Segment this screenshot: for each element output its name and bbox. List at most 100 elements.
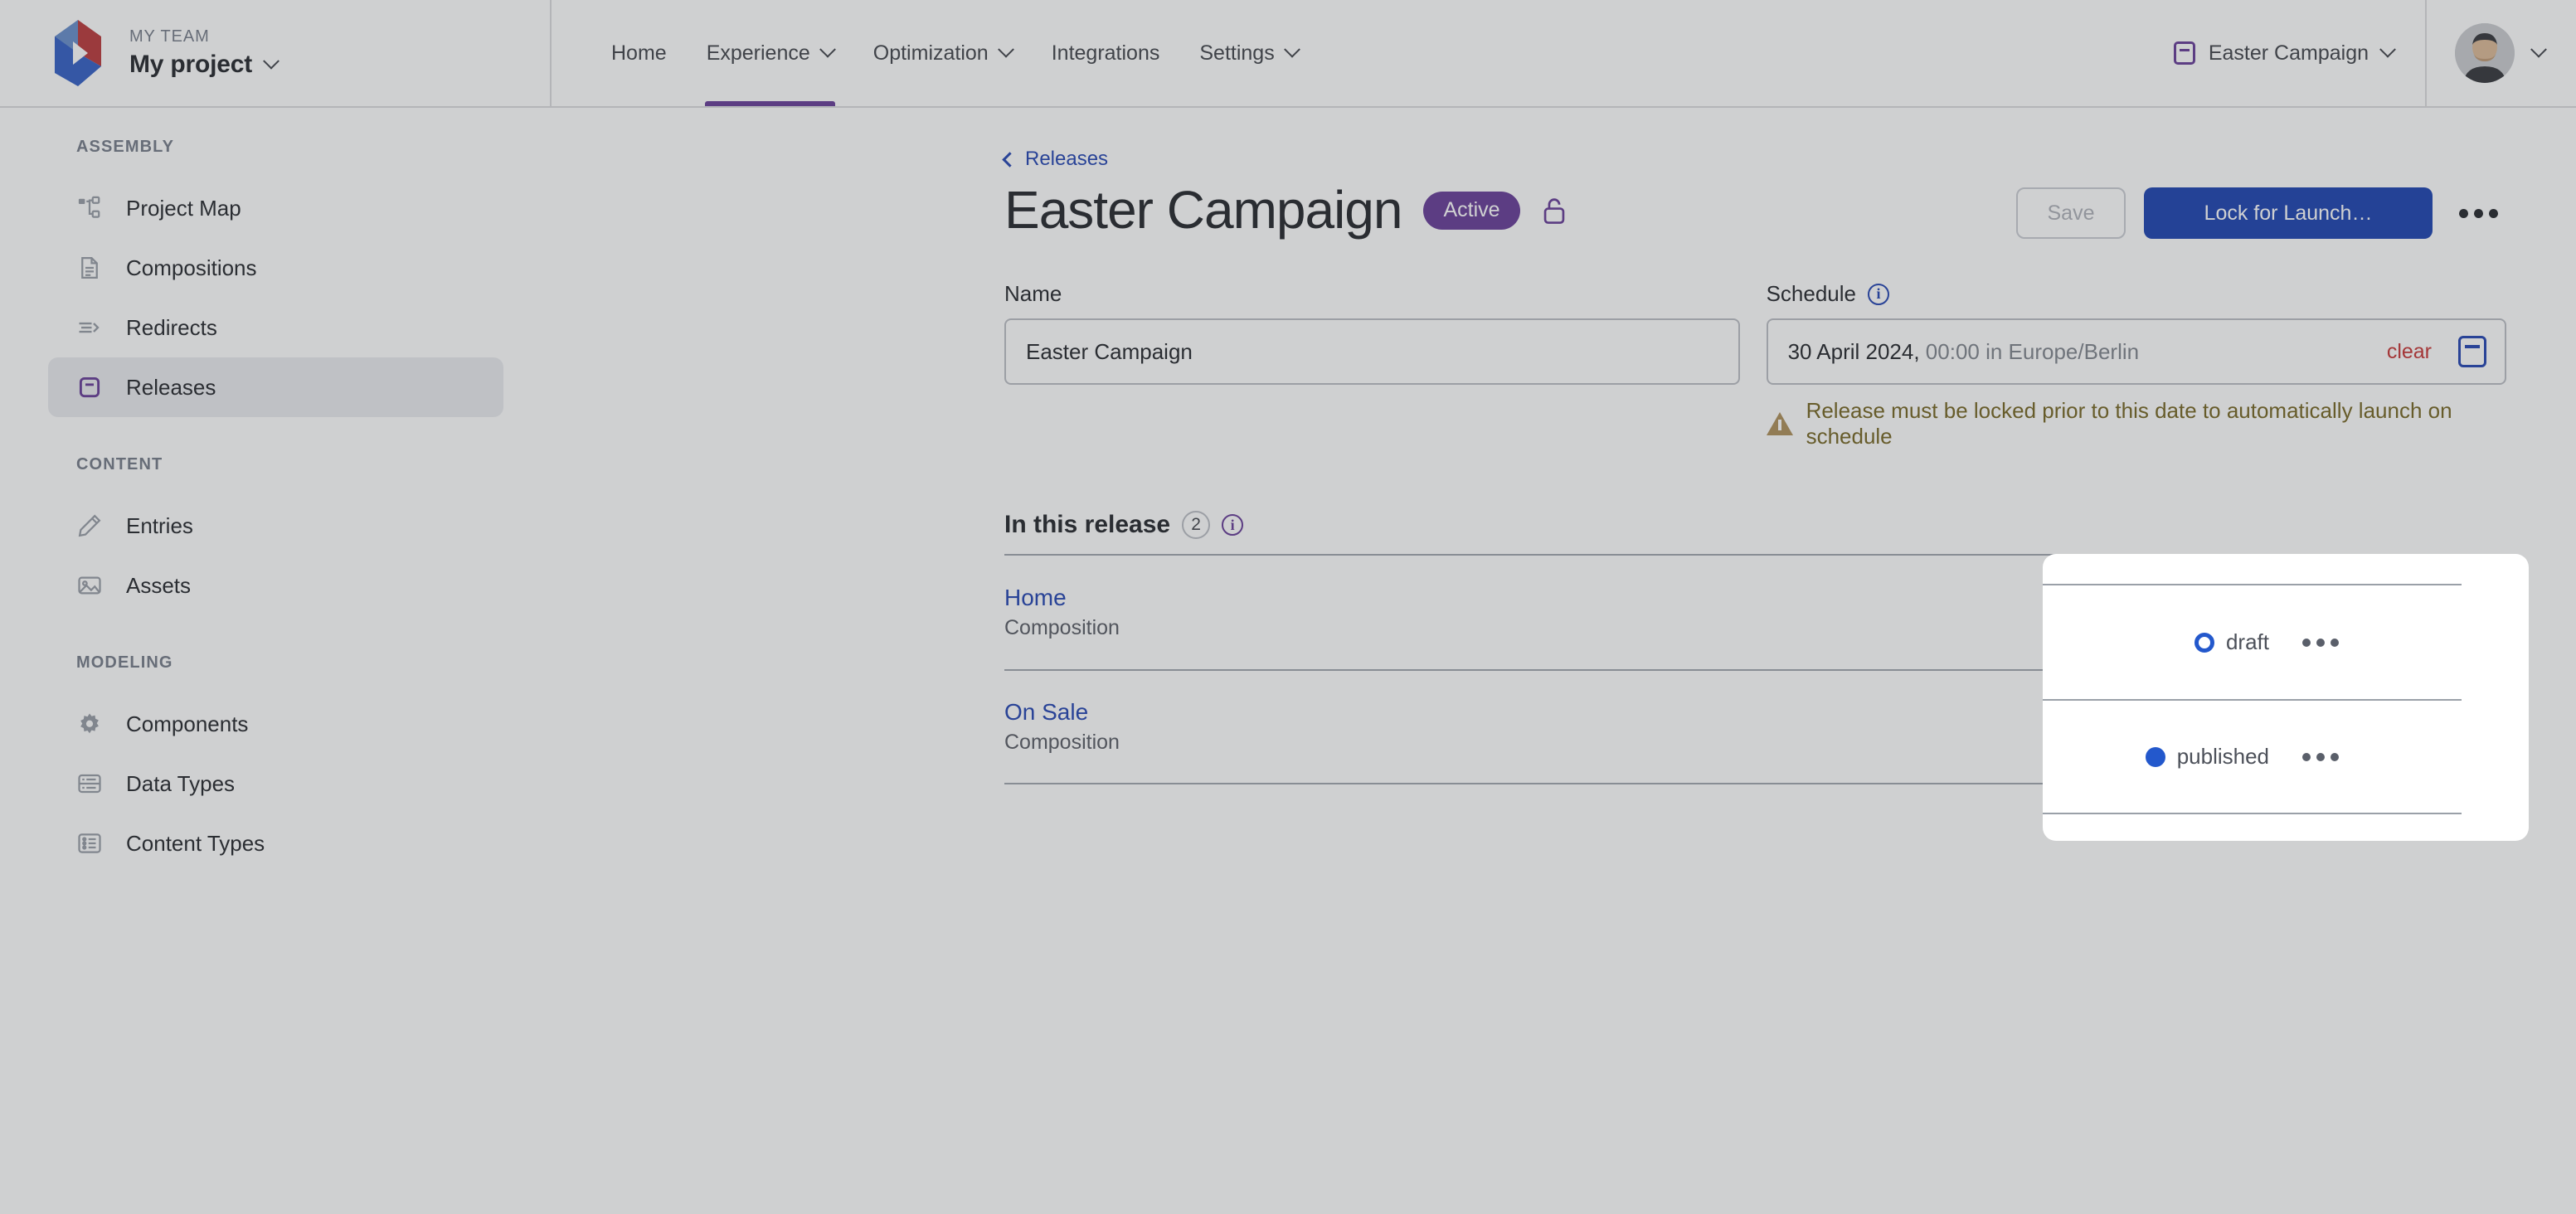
- data-types-icon: [76, 770, 103, 797]
- release-count-badge: 2: [1182, 511, 1211, 540]
- schedule-time-tz: 00:00 in Europe/Berlin: [1919, 338, 2140, 364]
- spotlight-release-list: Home Composition draft On Sale Compositi…: [2043, 584, 2462, 814]
- release-selector-label: Easter Campaign: [2208, 41, 2369, 65]
- row-type: Composition: [1004, 616, 1120, 640]
- image-icon: [76, 572, 103, 599]
- nav-item-home[interactable]: Home: [591, 0, 687, 106]
- project-selector[interactable]: My project: [129, 51, 279, 79]
- avatar: [2455, 23, 2515, 83]
- schedule-label: Schedule i: [1767, 281, 2506, 307]
- row-main: On Sale Composition: [1004, 699, 1120, 755]
- status-dot-icon: [2145, 746, 2165, 767]
- nav-label: Home: [611, 41, 667, 65]
- nav-item-optimization[interactable]: Optimization: [853, 0, 1032, 106]
- kebab-menu-icon[interactable]: [2294, 638, 2347, 647]
- sidebar-item-project-map[interactable]: Project Map: [48, 178, 503, 238]
- kebab-menu-icon[interactable]: [2294, 752, 2347, 761]
- schedule-input[interactable]: 30 April 2024, 00:00 in Europe/Berlin cl…: [1766, 318, 2506, 386]
- sidebar-item-label: Components: [126, 711, 249, 736]
- sidebar-item-compositions[interactable]: Compositions: [48, 238, 503, 298]
- info-icon[interactable]: i: [1867, 283, 1889, 305]
- row-name-link[interactable]: On Sale: [1004, 699, 1120, 726]
- schedule-field-group: Schedule i 30 April 2024, 00:00 in Europ…: [1766, 281, 2506, 449]
- release-box-icon: [2173, 41, 2195, 65]
- main-nav: Home Experience Optimization Integration…: [552, 0, 2142, 106]
- schedule-label-text: Schedule: [1766, 281, 1856, 307]
- nav-item-integrations[interactable]: Integrations: [1032, 0, 1180, 106]
- name-label: Name: [1004, 281, 1062, 307]
- row-name-link[interactable]: Home: [1004, 585, 1120, 611]
- calendar-icon[interactable]: [2458, 336, 2486, 368]
- clear-schedule-link[interactable]: clear: [2387, 340, 2432, 364]
- save-button[interactable]: Save: [2016, 187, 2126, 239]
- table-row[interactable]: Home Composition draft: [2043, 584, 2462, 699]
- brand-text: MY TEAM My project: [129, 27, 279, 79]
- user-menu[interactable]: [2425, 0, 2576, 106]
- row-status-label: published: [2176, 744, 2269, 769]
- chevron-down-icon: [1283, 41, 1300, 58]
- sidebar-item-label: Data Types: [126, 770, 236, 796]
- project-map-icon: [76, 195, 103, 221]
- top-bar: MY TEAM My project Home Experience Optim…: [0, 0, 2576, 108]
- breadcrumb[interactable]: Releases: [1002, 148, 1109, 171]
- document-icon: [76, 255, 103, 281]
- sidebar-item-label: Compositions: [126, 255, 257, 280]
- in-this-release-heading: In this release 2 i: [1004, 511, 2506, 540]
- sidebar-item-assets[interactable]: Assets: [48, 556, 503, 615]
- schedule-warning-text: Release must be locked prior to this dat…: [1806, 398, 2452, 449]
- sidebar-item-releases[interactable]: Releases: [48, 357, 503, 417]
- nav-item-settings[interactable]: Settings: [1179, 0, 1317, 106]
- row-status: draft: [2194, 629, 2269, 655]
- row-main: Home Composition: [1004, 585, 1120, 640]
- info-icon[interactable]: i: [1222, 514, 1244, 537]
- sidebar-item-data-types[interactable]: Data Types: [48, 754, 503, 813]
- release-selector[interactable]: Easter Campaign: [2142, 41, 2425, 66]
- name-input[interactable]: Easter Campaign: [1004, 318, 1740, 386]
- brand-area[interactable]: MY TEAM My project: [0, 0, 552, 106]
- unlocked-padlock-icon: [1542, 197, 1567, 225]
- in-this-release-label: In this release: [1004, 511, 1171, 539]
- lock-for-launch-button[interactable]: Lock for Launch…: [2144, 187, 2433, 239]
- sidebar-item-content-types[interactable]: Content Types: [48, 813, 503, 873]
- sidebar-item-label: Entries: [126, 512, 193, 538]
- release-box-icon: [76, 374, 103, 401]
- page-title: Easter Campaign: [1004, 180, 1402, 240]
- sidebar-item-components[interactable]: Components: [48, 694, 503, 754]
- row-status-label: draft: [2225, 629, 2269, 654]
- row-actions: published: [2145, 744, 2347, 770]
- chevron-down-icon: [263, 52, 279, 70]
- sidebar-item-entries[interactable]: Entries: [48, 496, 503, 556]
- redirect-arrow-icon: [76, 314, 103, 341]
- row-status: published: [2145, 744, 2269, 770]
- chevron-down-icon: [2530, 41, 2547, 58]
- sidebar-item-label: Content Types: [126, 830, 265, 856]
- page-actions: Save Lock for Launch…: [2016, 187, 2506, 239]
- sidebar-item-label: Releases: [126, 374, 216, 400]
- schedule-value: 30 April 2024, 00:00 in Europe/Berlin: [1788, 339, 2140, 365]
- schedule-date: 30 April 2024,: [1787, 338, 1920, 364]
- chevron-down-icon: [819, 41, 836, 58]
- schedule-warning: Release must be locked prior to this dat…: [1766, 398, 2506, 449]
- status-dot-icon: [2194, 632, 2214, 653]
- pencil-icon: [76, 512, 103, 539]
- breadcrumb-label: Releases: [1025, 148, 1109, 170]
- logo-mark-icon: [48, 20, 108, 86]
- warning-triangle-icon: [1766, 412, 1793, 436]
- content-types-icon: [76, 830, 103, 857]
- gear-icon: [76, 711, 103, 737]
- chevron-down-icon: [997, 41, 1014, 58]
- sidebar-item-redirects[interactable]: Redirects: [48, 298, 503, 357]
- sidebar: ASSEMBLY Project Map Compositions Redire…: [0, 108, 552, 1214]
- spotlight-highlight: Home Composition draft On Sale Compositi…: [2043, 554, 2529, 841]
- name-field-group: Name Easter Campaign: [1004, 281, 1740, 449]
- nav-label: Integrations: [1051, 41, 1160, 65]
- sidebar-section-modeling: MODELING: [76, 653, 173, 672]
- chevron-down-icon: [2379, 41, 2396, 58]
- row-actions: draft: [2194, 629, 2347, 655]
- nav-item-experience[interactable]: Experience: [687, 0, 853, 106]
- project-name: My project: [129, 51, 253, 78]
- kebab-menu-icon[interactable]: [2451, 208, 2506, 218]
- table-row[interactable]: On Sale Composition published: [2043, 699, 2462, 814]
